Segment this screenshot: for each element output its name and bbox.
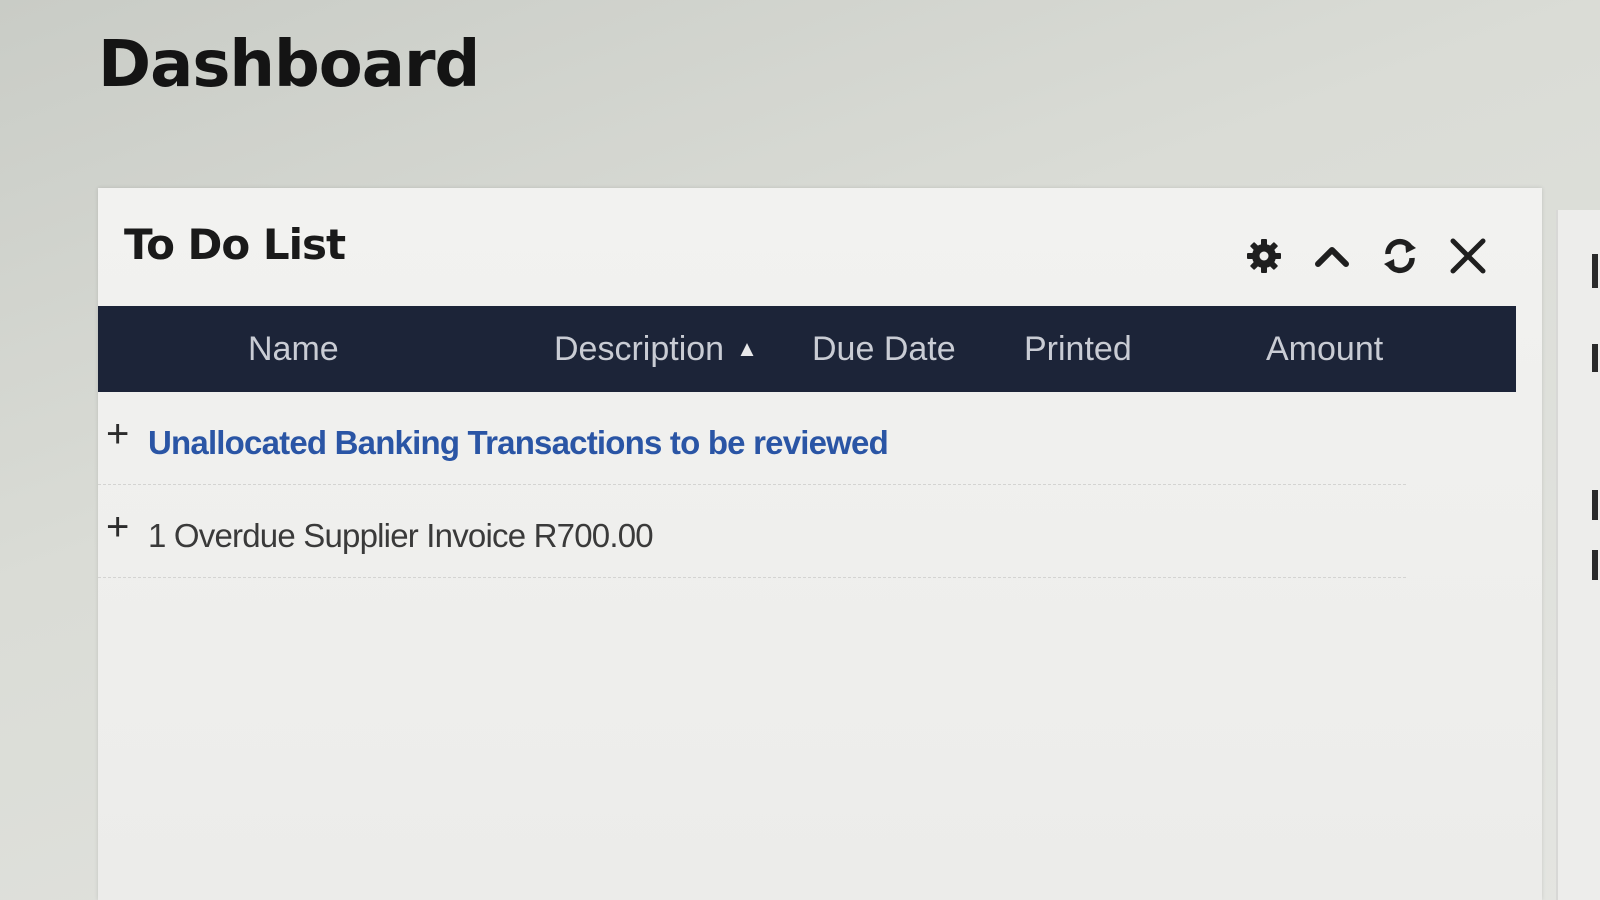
adjacent-panel-edge — [1556, 210, 1600, 900]
expand-plus-icon[interactable]: + — [106, 414, 129, 454]
todo-rows: + Unallocated Banking Transactions to be… — [98, 392, 1516, 578]
close-icon — [1450, 238, 1486, 274]
table-header: Name Description ▲ Due Date Printed Amou… — [98, 306, 1516, 392]
column-header-label: Printed — [1024, 329, 1132, 368]
close-button[interactable] — [1446, 234, 1490, 278]
edge-text-fragment — [1592, 254, 1598, 288]
todo-list-panel: To Do List Name Description ▲ Due Date P… — [98, 188, 1542, 900]
expand-plus-icon[interactable]: + — [106, 507, 129, 547]
settings-button[interactable] — [1242, 234, 1286, 278]
column-header-label: Name — [248, 329, 339, 368]
column-header-label: Description — [554, 329, 725, 368]
panel-title: To Do List — [124, 220, 346, 269]
edge-text-fragment — [1592, 490, 1598, 520]
refresh-icon — [1384, 238, 1416, 274]
chevron-up-icon — [1315, 247, 1349, 267]
column-header-name[interactable]: Name — [248, 306, 339, 392]
overdue-invoice-text: 1 Overdue Supplier Invoice R700.00 — [148, 517, 654, 554]
column-header-label: Amount — [1266, 329, 1384, 368]
column-header-due-date[interactable]: Due Date — [812, 306, 956, 392]
unallocated-transactions-link[interactable]: Unallocated Banking Transactions to be r… — [148, 424, 889, 462]
panel-header: To Do List — [98, 188, 1542, 306]
collapse-button[interactable] — [1310, 234, 1354, 278]
list-item: + 1 Overdue Supplier Invoice R700.00 — [98, 485, 1406, 578]
edge-text-fragment — [1592, 344, 1598, 372]
refresh-button[interactable] — [1378, 234, 1422, 278]
edge-text-fragment — [1592, 550, 1598, 580]
sort-ascending-icon: ▲ — [736, 336, 758, 361]
panel-toolbar — [1242, 234, 1490, 278]
gear-icon — [1247, 239, 1281, 273]
column-header-printed[interactable]: Printed — [1024, 306, 1132, 392]
column-header-amount[interactable]: Amount — [1266, 306, 1383, 392]
column-header-description[interactable]: Description ▲ — [554, 306, 758, 392]
page-title: Dashboard — [98, 28, 480, 102]
column-header-label: Due Date — [812, 329, 956, 368]
list-item: + Unallocated Banking Transactions to be… — [98, 392, 1406, 485]
